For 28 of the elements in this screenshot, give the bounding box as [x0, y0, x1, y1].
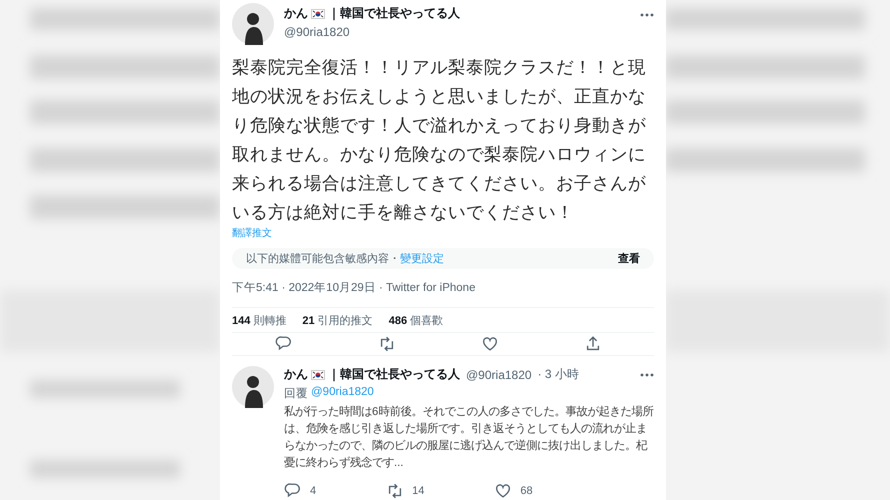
reply-text: 私が行った時間は6時前後。それでこの人の多さでした。事故が起きた場所は、危険を感じ引き返した場所です。引き返そうとしても人の流れが止まらなかったので、隣のビルの服屋に逃げ込んで逆側に抜け出しました。杞憂に終わらず残念です... — [284, 404, 654, 471]
flag-icon — [311, 8, 325, 18]
stat-link[interactable]: 144 則轉推 — [232, 312, 286, 328]
replying-label: 回覆 — [284, 386, 308, 401]
post-time: · 3 小時 — [538, 366, 579, 383]
stat-link[interactable]: 21 引用的推文 — [302, 312, 373, 328]
sensitive-notice: 以下的媒體可能包含敏感內容・變更設定 — [246, 252, 444, 266]
action-count: 14 — [412, 485, 424, 497]
author-tagline: ｜韓国で社長やってる人 — [328, 366, 460, 383]
flag-icon — [311, 370, 325, 380]
timestamp: 下午5:41 · 2022年10月29日 · Twitter for iPhone — [232, 280, 654, 308]
view-button[interactable]: 查看 — [618, 251, 640, 266]
tweet-text: 梨泰院完全復活！！リアル梨泰院クラスだ！！と現地の状況をお伝えしようと思いましたが、正直かなり危険な状態です！人で溢れかえっており身動きが取れません。かなり危険なので梨泰院ハロウィンに来られる場合は注意してきてください。お子さんがいる方は絶対に手を離さないでください！ — [232, 56, 647, 224]
author-handle: @90ria1820 — [466, 368, 532, 382]
action-count: 4 — [310, 485, 316, 497]
author-name: かん — [284, 5, 308, 22]
heart-icon[interactable] — [480, 335, 498, 354]
avatar — [232, 3, 274, 45]
stat-link[interactable]: 486 個喜歡 — [388, 312, 444, 328]
author-handle: @90ria1820 — [284, 25, 351, 39]
more-icon[interactable] — [640, 13, 654, 17]
author-name: かん — [284, 366, 308, 383]
reply-icon[interactable] — [284, 482, 302, 500]
action-count: 68 — [520, 485, 533, 497]
more-icon[interactable] — [640, 372, 654, 376]
author-tagline: ｜韓国で社長やってる人 — [328, 5, 460, 22]
heart-icon[interactable] — [494, 482, 512, 500]
avatar — [232, 366, 274, 408]
